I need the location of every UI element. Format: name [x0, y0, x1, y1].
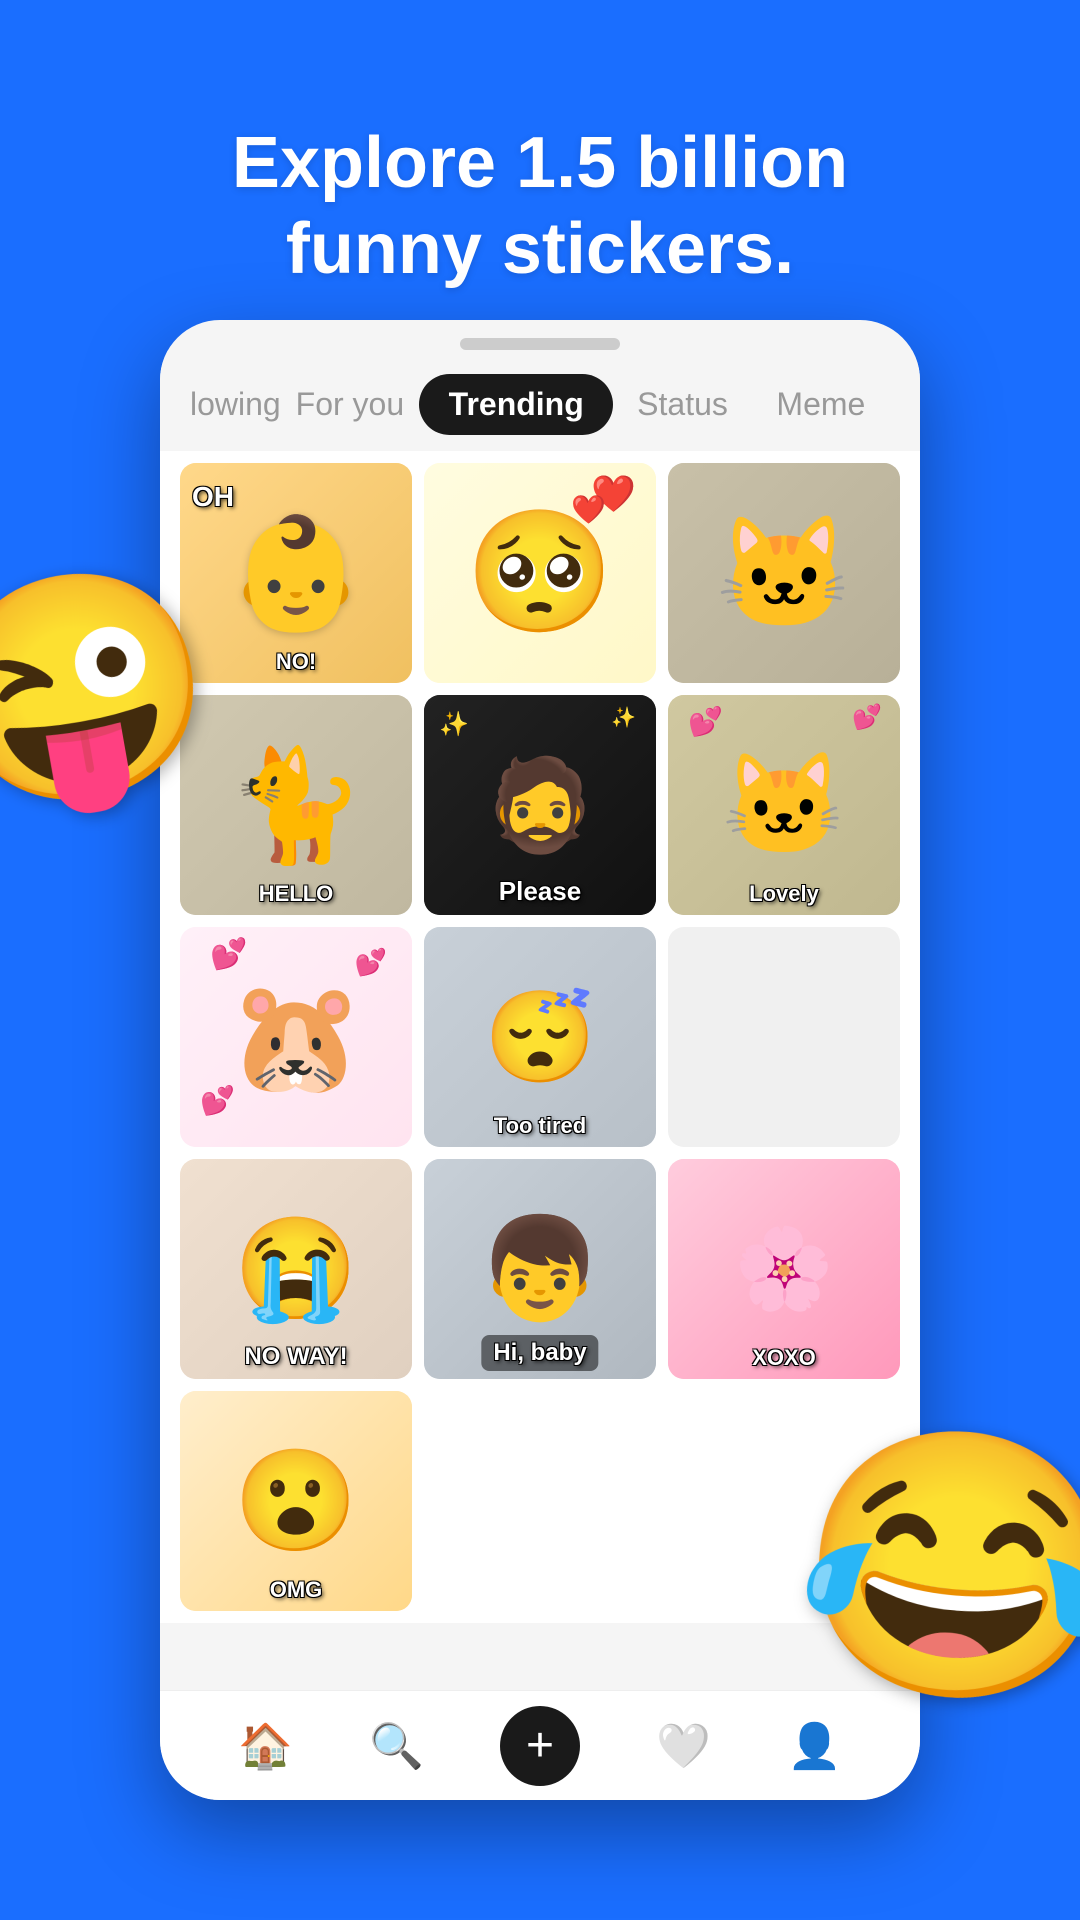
header-title-line1: Explore 1.5 billion [232, 123, 848, 203]
sticker-lovely-cat[interactable]: 🐱 💕 💕 Lovely [668, 695, 900, 915]
sticker-omg[interactable]: 😮 OMG [180, 1391, 412, 1611]
sticker-hamster-hearts[interactable]: 🐹 💕 💕 💕 [180, 927, 412, 1147]
sticker-baby-oh-no[interactable]: 👶 OH NO! [180, 463, 412, 683]
sticker-too-tired[interactable]: 😴 Too tired [424, 927, 656, 1147]
add-button[interactable]: + [500, 1706, 580, 1786]
floating-emoji-right: 😂 [784, 1402, 1080, 1733]
like-icon[interactable]: 🤍 [656, 1720, 711, 1772]
tab-meme[interactable]: Meme [752, 378, 890, 431]
tab-for-you[interactable]: For you [281, 378, 419, 431]
tab-following[interactable]: lowing [190, 378, 281, 431]
tab-trending[interactable]: Trending [419, 374, 613, 435]
search-icon[interactable]: 🔍 [369, 1720, 424, 1772]
header-title-line2: funny stickers. [286, 209, 794, 289]
sticker-xoxo[interactable]: 🌸 XOXO [668, 1159, 900, 1379]
tab-bar: lowing For you Trending Status Meme [160, 350, 920, 451]
sticker-please-man[interactable]: 🧔 Please ✨ ✨ [424, 695, 656, 915]
profile-icon[interactable]: 👤 [787, 1720, 842, 1772]
header: Explore 1.5 billion funny stickers. [0, 0, 1080, 353]
tab-status[interactable]: Status [613, 378, 751, 431]
sticker-no-way[interactable]: 😭 NO WAY! [180, 1159, 412, 1379]
sticker-empty-placeholder [668, 927, 900, 1147]
sticker-sad-emoji[interactable]: 🥺 ❤️ ❤️ [424, 463, 656, 683]
phone-notch [460, 338, 620, 350]
sticker-grumpy-cat[interactable]: 🐱 [668, 463, 900, 683]
sticker-hi-baby[interactable]: 👦 Hi, baby [424, 1159, 656, 1379]
home-icon[interactable]: 🏠 [238, 1720, 293, 1772]
